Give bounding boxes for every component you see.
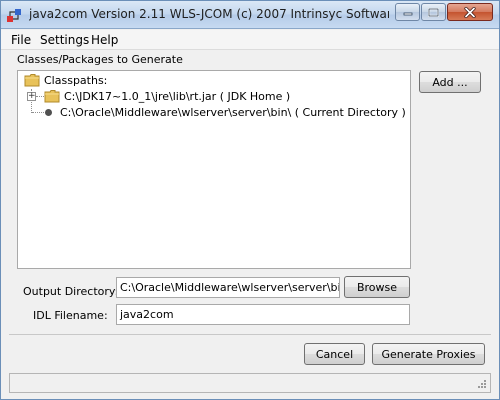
status-bar [9,373,491,393]
idl-filename-label: IDL Filename: [33,309,108,322]
classpath-tree[interactable]: Classpaths: + C:\JDK17~1.0_1\jre\lib\rt.… [17,70,411,269]
classes-section-label: Classes/Packages to Generate [17,53,183,66]
maximize-button[interactable] [421,3,446,21]
idl-filename-field[interactable]: java2com [116,304,410,325]
folder-icon [24,74,40,87]
resize-grip-icon[interactable] [477,379,487,389]
menu-settings[interactable]: Settings [40,33,89,47]
dot-icon [45,109,52,116]
menu-help[interactable]: Help [91,33,118,47]
tree-item-jdk-home[interactable]: C:\JDK17~1.0_1\jre\lib\rt.jar ( JDK Home… [44,88,290,104]
folder-icon [44,90,60,103]
tree-item-current-directory[interactable]: C:\Oracle\Middleware\wlserver\server\bin… [60,104,406,120]
minimize-button[interactable] [395,3,420,21]
browse-button[interactable]: Browse [344,276,410,298]
menu-bar: File Settings Help [1,30,499,50]
output-directory-label: Output Directory: [23,285,119,298]
window-title: java2com Version 2.11 WLS-JCOM (c) 2007 … [29,7,389,21]
menu-file[interactable]: File [11,33,31,47]
close-icon [464,6,476,18]
close-button[interactable] [447,3,493,21]
add-button[interactable]: Add ... [419,71,481,93]
tree-item-label: C:\Oracle\Middleware\wlserver\server\bin… [60,105,406,119]
output-directory-field[interactable]: C:\Oracle\Middleware\wlserver\server\bin… [116,277,340,298]
title-bar[interactable]: java2com Version 2.11 WLS-JCOM (c) 2007 … [1,1,499,29]
generate-proxies-button[interactable]: Generate Proxies [372,343,485,365]
app-window: java2com Version 2.11 WLS-JCOM (c) 2007 … [0,0,500,400]
tree-root-label: Classpaths: [44,73,108,87]
cancel-button[interactable]: Cancel [304,343,365,365]
tree-guide-branch-2 [32,112,44,113]
minimize-icon [403,12,412,16]
tree-root-classpaths[interactable]: Classpaths: [24,72,107,88]
java2com-app-icon[interactable] [6,7,22,23]
divider [9,334,491,335]
maximize-icon [428,7,439,17]
expand-toggle[interactable]: + [27,92,36,101]
tree-item-label: C:\JDK17~1.0_1\jre\lib\rt.jar ( JDK Home… [64,89,291,103]
